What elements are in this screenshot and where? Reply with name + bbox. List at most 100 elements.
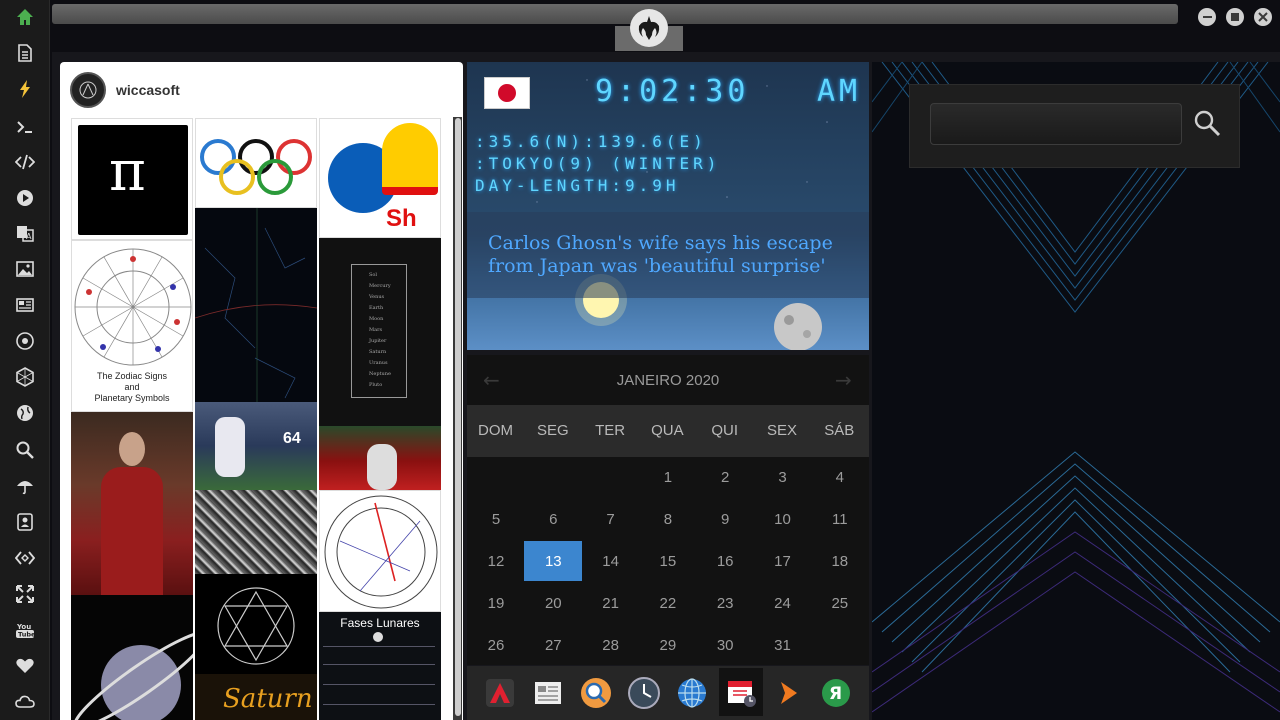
- calendar-day[interactable]: 21: [582, 583, 640, 623]
- calendar-day[interactable]: 15: [639, 541, 697, 581]
- calendar-day[interactable]: 3: [754, 457, 812, 497]
- calendar-day[interactable]: 12: [467, 541, 525, 581]
- calendar-day[interactable]: 19: [467, 583, 525, 623]
- minimize-button[interactable]: [1198, 8, 1216, 26]
- calendar-day[interactable]: 24: [754, 583, 812, 623]
- dock-item-ya[interactable]: Я: [815, 672, 857, 714]
- crowd-photo-image[interactable]: [195, 490, 317, 574]
- football-image[interactable]: 64: [195, 402, 317, 490]
- svg-text:Tube: Tube: [18, 631, 35, 639]
- calendar-day[interactable]: 28: [582, 625, 640, 665]
- sidebar-item-code[interactable]: [0, 145, 50, 179]
- sidebar-item-contact[interactable]: [0, 505, 50, 539]
- sidebar: A You Tube: [0, 0, 50, 720]
- calendar-day[interactable]: 16: [696, 541, 754, 581]
- planet-label: Mercury: [369, 283, 391, 289]
- natal-chart-image[interactable]: [319, 490, 441, 612]
- calendar-day[interactable]: 20: [524, 583, 582, 623]
- address-bar[interactable]: [52, 4, 1178, 24]
- sidebar-item-terminal[interactable]: [0, 110, 50, 144]
- football-player-image[interactable]: [319, 426, 441, 490]
- moon-phases-image[interactable]: Fases Lunares: [319, 612, 441, 720]
- sidebar-item-globe[interactable]: [0, 396, 50, 430]
- avatar[interactable]: [70, 72, 106, 108]
- sidebar-item-expand[interactable]: [0, 577, 50, 611]
- dock-item-search[interactable]: [575, 672, 617, 714]
- calendar-day[interactable]: 7: [582, 499, 640, 539]
- jersey-number: 64: [283, 430, 301, 447]
- document-icon: [18, 44, 32, 62]
- sidebar-item-cloud[interactable]: [0, 685, 50, 719]
- news-headline[interactable]: Carlos Ghosn's wife says his escape from…: [488, 232, 848, 278]
- saturn-image[interactable]: [71, 595, 193, 720]
- sidebar-item-lightning[interactable]: [0, 72, 50, 106]
- sidebar-item-news[interactable]: [0, 288, 50, 322]
- pin-scrollbar-thumb[interactable]: [455, 118, 461, 716]
- sidebar-item-umbrella[interactable]: [0, 469, 50, 503]
- sidebar-item-document[interactable]: [0, 36, 50, 70]
- calendar-day[interactable]: 23: [696, 583, 754, 623]
- sidebar-item-tags[interactable]: [0, 541, 50, 575]
- world-clock-widget: 9:02:30 AM :35.6(N):139.6(E) :TOKYO(9) (…: [467, 62, 869, 350]
- sidebar-item-rebel[interactable]: [0, 324, 50, 358]
- calendar-day[interactable]: 14: [582, 541, 640, 581]
- sidebar-item-image[interactable]: [0, 252, 50, 286]
- calendar-day-today[interactable]: 13: [524, 541, 583, 581]
- rebel-logo[interactable]: [630, 9, 668, 47]
- calendar-day[interactable]: 30: [696, 625, 754, 665]
- globe-icon: [17, 405, 33, 421]
- search-icon[interactable]: [1193, 109, 1221, 137]
- calendar-day[interactable]: 4: [811, 457, 869, 497]
- dock-item-newspaper[interactable]: [527, 672, 569, 714]
- calendar-day[interactable]: 25: [811, 583, 869, 623]
- translate-icon: A: [17, 226, 34, 242]
- sidebar-item-youtube[interactable]: You Tube: [0, 613, 50, 647]
- star-map-image[interactable]: [195, 208, 317, 402]
- calendar-day[interactable]: 9: [696, 499, 754, 539]
- next-month-button[interactable]: →: [835, 368, 852, 392]
- calendar-day[interactable]: 22: [639, 583, 697, 623]
- pi-image[interactable]: π: [71, 118, 193, 240]
- woman-red-dress-image[interactable]: [71, 412, 193, 595]
- calendar-dayname: SEG: [536, 422, 569, 439]
- username[interactable]: wiccasoft: [116, 82, 180, 98]
- prev-month-button[interactable]: ←: [483, 368, 500, 392]
- hexagram-image[interactable]: [195, 574, 317, 674]
- news-ticker[interactable]: Carlos Ghosn's wife says his escape from…: [467, 212, 869, 298]
- dock-item-calendar[interactable]: [719, 668, 763, 716]
- calendar-day[interactable]: 17: [754, 541, 812, 581]
- sidebar-item-translate[interactable]: A: [0, 216, 50, 250]
- calendar-day[interactable]: 2: [696, 457, 754, 497]
- calendar-day[interactable]: 5: [467, 499, 525, 539]
- calendar-day[interactable]: 6: [524, 499, 582, 539]
- calendar-day[interactable]: 11: [811, 499, 869, 539]
- calendar-day[interactable]: 10: [754, 499, 812, 539]
- dock-item-arrow[interactable]: [767, 672, 809, 714]
- sidebar-item-home[interactable]: [0, 0, 50, 34]
- sidebar-item-play[interactable]: [0, 181, 50, 215]
- japan-flag-icon[interactable]: [484, 77, 530, 109]
- close-button[interactable]: [1254, 8, 1272, 26]
- saturn-text-image[interactable]: Saturn: [195, 674, 317, 720]
- calendar-day[interactable]: 8: [639, 499, 697, 539]
- dock: Я: [467, 666, 869, 720]
- dock-item-clock[interactable]: [623, 672, 665, 714]
- calendar-day[interactable]: 26: [467, 625, 525, 665]
- sidebar-item-search[interactable]: [0, 433, 50, 467]
- calendar-day[interactable]: 27: [524, 625, 582, 665]
- math-olympics-image[interactable]: [195, 118, 317, 208]
- maximize-button[interactable]: [1226, 8, 1244, 26]
- calendar-day[interactable]: 18: [811, 541, 869, 581]
- calendar-day[interactable]: 31: [754, 625, 812, 665]
- search-input[interactable]: [930, 103, 1182, 145]
- sidebar-item-hexagon[interactable]: [0, 360, 50, 394]
- zodiac-image[interactable]: The Zodiac Signs and Planetary Symbols: [71, 240, 193, 412]
- calendar-day[interactable]: 29: [639, 625, 697, 665]
- shell-logo-image[interactable]: Sh: [319, 118, 441, 238]
- search-widget: [909, 84, 1240, 168]
- dock-item-app-a[interactable]: [479, 672, 521, 714]
- dock-item-globe[interactable]: [671, 672, 713, 714]
- sidebar-item-heart[interactable]: [0, 649, 50, 683]
- calendar-day[interactable]: 1: [639, 457, 697, 497]
- planets-list-image[interactable]: Sol Mercury Venus Earth Moon Mars Jupiter Satur…: [319, 238, 441, 426]
